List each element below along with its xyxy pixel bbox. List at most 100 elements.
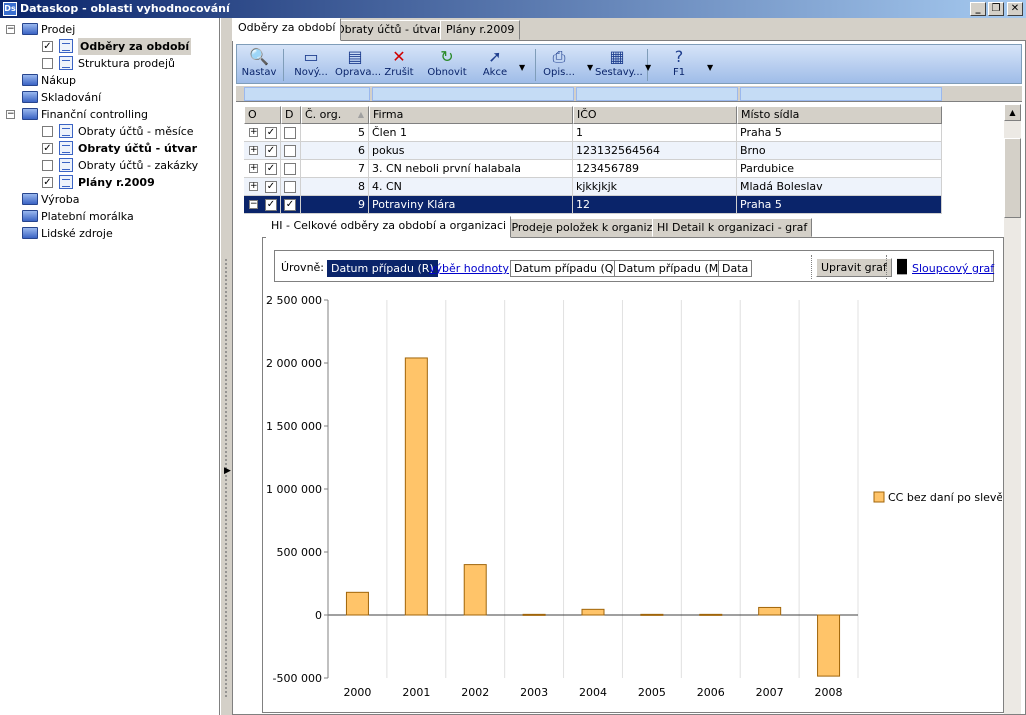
column-header[interactable]: D xyxy=(281,106,301,124)
expand-row-icon[interactable]: + xyxy=(249,128,258,137)
restore-button[interactable]: ❐ xyxy=(988,2,1004,16)
tree-item[interactable]: Skladování xyxy=(0,89,220,106)
subtab-prodeje-polozek[interactable]: HI - Prodeje položek k organizaci xyxy=(484,218,674,237)
o-checkbox[interactable]: ✓ xyxy=(265,199,277,211)
tree-item[interactable]: Obraty účtů - měsíce xyxy=(0,123,220,140)
toolbar-button-f1[interactable]: ? F1 xyxy=(661,47,697,83)
toolbar-button-label: Akce xyxy=(482,67,508,78)
dropdown-arrow-icon[interactable]: ▼ xyxy=(587,63,593,72)
toolbar-button-zruit[interactable]: ✕ Zrušit xyxy=(381,47,417,83)
report-icon xyxy=(59,124,73,138)
filter-cell[interactable] xyxy=(576,87,738,101)
level-datum-q[interactable]: Datum případu (Q) xyxy=(510,260,622,277)
table-row[interactable]: − ✓ ✓ 9 Potraviny Klára 12 Praha 5 xyxy=(244,196,942,214)
d-checkbox[interactable] xyxy=(284,181,296,193)
toolbar-button-nastav[interactable]: 🔍 Nastav xyxy=(239,47,279,83)
subtab-detail-graf[interactable]: HI Detail k organizaci - graf xyxy=(652,218,813,237)
tree-item[interactable]: Obraty účtů - zakázky xyxy=(0,157,220,174)
scroll-up-icon[interactable]: ▲ xyxy=(1004,104,1021,121)
column-header[interactable]: O xyxy=(244,106,281,124)
collapse-row-icon[interactable]: − xyxy=(249,200,258,209)
column-header[interactable]: IČO xyxy=(573,106,737,124)
tree-checkbox[interactable] xyxy=(42,126,53,137)
toolbar-button-label: F1 xyxy=(672,67,686,78)
d-checkbox[interactable] xyxy=(284,127,296,139)
table-row[interactable]: + ✓ 6 pokus 123132564564 Brno xyxy=(244,142,942,160)
d-checkbox[interactable] xyxy=(284,163,296,175)
tree-checkbox[interactable] xyxy=(42,160,53,171)
toolbar-button-sestavy[interactable]: ▦ Sestavy... xyxy=(595,47,643,83)
tree-item[interactable]: Nákup xyxy=(0,72,220,89)
ico-cell: kjkkjkjk xyxy=(573,178,737,196)
tree-checkbox[interactable]: ✓ xyxy=(42,143,53,154)
o-checkbox[interactable]: ✓ xyxy=(265,163,277,175)
minimize-button[interactable]: _ xyxy=(970,2,986,16)
table-row[interactable]: + ✓ 5 Člen 1 1 Praha 5 xyxy=(244,124,942,142)
row-selector-cell: + ✓ xyxy=(244,124,281,142)
bar-chart-link[interactable]: Sloupcový graf xyxy=(912,261,994,276)
level-select-value-link[interactable]: výběr hodnoty xyxy=(429,261,509,276)
tree-item[interactable]: − Prodej xyxy=(0,21,220,38)
tree-checkbox[interactable] xyxy=(42,58,53,69)
tree-item[interactable]: − Finanční controlling xyxy=(0,106,220,123)
company-cell: Člen 1 xyxy=(369,124,573,142)
bar-chart-icon[interactable]: ▐▌ xyxy=(892,260,912,275)
dropdown-arrow-icon[interactable]: ▼ xyxy=(645,63,651,72)
tree-item[interactable]: ✓ Plány r.2009 xyxy=(0,174,220,191)
o-checkbox[interactable]: ✓ xyxy=(265,181,277,193)
table-row[interactable]: + ✓ 8 4. CN kjkkjkjk Mladá Boleslav xyxy=(244,178,942,196)
y-tick-label: 2 500 000 xyxy=(266,294,322,307)
expand-row-icon[interactable]: + xyxy=(249,164,258,173)
toolbar-button-nov[interactable]: ▭ Nový... xyxy=(293,47,329,83)
subtab-celkove-odbery[interactable]: HI - Celkové odběry za období a organiza… xyxy=(266,216,512,238)
dropdown-arrow-icon[interactable]: ▼ xyxy=(707,63,713,72)
column-header[interactable]: Firma xyxy=(369,106,573,124)
column-header[interactable]: Č. org. ▲ xyxy=(301,106,369,124)
vertical-scrollbar[interactable]: ▲ xyxy=(1004,104,1021,714)
expand-arrow-icon[interactable]: ▶ xyxy=(224,466,231,476)
close-button[interactable]: ✕ xyxy=(1007,2,1023,16)
window-title: Dataskop - oblasti vyhodnocování xyxy=(20,2,230,15)
d-checkbox[interactable] xyxy=(284,145,296,157)
splitter-grip[interactable] xyxy=(224,258,228,698)
o-checkbox[interactable]: ✓ xyxy=(265,145,277,157)
expand-row-icon[interactable]: + xyxy=(249,146,258,155)
level-datum-m[interactable]: Datum případu (M) xyxy=(614,260,727,277)
level-data[interactable]: Data xyxy=(718,260,753,277)
tree-item[interactable]: Výroba xyxy=(0,191,220,208)
tree-item-label: Výroba xyxy=(41,193,80,206)
toolbar-button-akce[interactable]: ➚ Akce xyxy=(477,47,513,83)
toolbar-button-oprava[interactable]: ▤ Oprava... xyxy=(335,47,381,83)
panel-splitter[interactable]: ▶ xyxy=(220,18,232,715)
edit-chart-button[interactable]: Upravit graf xyxy=(816,258,892,277)
level-datum-r[interactable]: Datum případu (R) xyxy=(327,260,438,277)
toolbar-button-opis[interactable]: ⎙ Opis... xyxy=(541,47,577,83)
tab-plany-2009[interactable]: Plány r.2009 xyxy=(440,20,521,40)
x-tick-label: 2007 xyxy=(756,686,784,699)
filter-cell[interactable] xyxy=(372,87,574,101)
levels-separator xyxy=(811,255,812,279)
tree-item[interactable]: Lidské zdroje xyxy=(0,225,220,242)
scroll-thumb[interactable] xyxy=(1004,138,1021,218)
tree-item[interactable]: ✓ Odběry za období xyxy=(0,38,220,55)
toolbar-button-obnovit[interactable]: ↻ Obnovit xyxy=(427,47,467,83)
x-tick-label: 2002 xyxy=(461,686,489,699)
tree-item[interactable]: Struktura prodejů xyxy=(0,55,220,72)
expand-row-icon[interactable]: + xyxy=(249,182,258,191)
tree-item[interactable]: Platební morálka xyxy=(0,208,220,225)
tab-odbery[interactable]: Odběry za období xyxy=(232,18,342,41)
collapse-toggle-icon[interactable]: − xyxy=(6,25,15,34)
tree-item[interactable]: ✓ Obraty účtů - útvar xyxy=(0,140,220,157)
collapse-toggle-icon[interactable]: − xyxy=(6,110,15,119)
o-checkbox[interactable]: ✓ xyxy=(265,127,277,139)
table-row[interactable]: + ✓ 7 3. CN neboli první halabala 123456789 P… xyxy=(244,160,942,178)
dropdown-arrow-icon[interactable]: ▼ xyxy=(519,63,525,72)
filter-cell[interactable] xyxy=(740,87,942,101)
d-checkbox[interactable]: ✓ xyxy=(284,199,296,211)
column-header[interactable]: Místo sídla xyxy=(737,106,942,124)
y-tick-label: 2 000 000 xyxy=(266,357,322,370)
tree-checkbox[interactable]: ✓ xyxy=(42,41,53,52)
filter-cell[interactable] xyxy=(244,87,370,101)
tree-checkbox[interactable]: ✓ xyxy=(42,177,53,188)
tab-obraty-utvary[interactable]: Obraty účtů - útvary xyxy=(330,20,455,40)
